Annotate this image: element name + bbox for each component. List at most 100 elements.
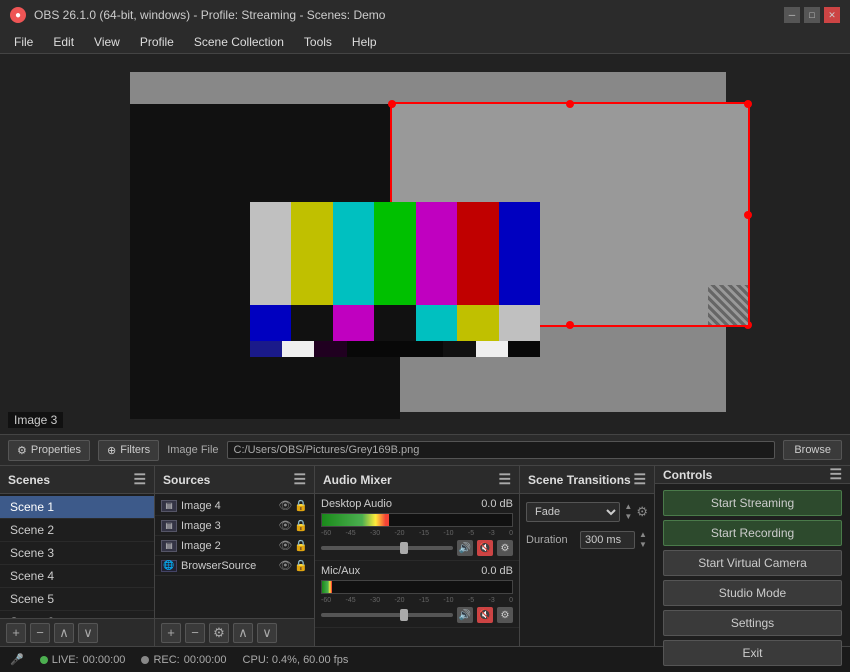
source-item-browser[interactable]: 🌐 BrowserSource 👁 🔒 <box>155 556 314 576</box>
mic-mute-red[interactable]: 🔇 <box>477 607 493 623</box>
scene-up-button[interactable]: ∧ <box>54 623 74 643</box>
desktop-mute-button[interactable]: 🔊 <box>457 540 473 556</box>
start-streaming-button[interactable]: Start Streaming <box>663 490 842 516</box>
duration-down-arrow[interactable]: ▼ <box>639 540 647 550</box>
bar-bot-1 <box>250 305 291 341</box>
add-scene-button[interactable]: + <box>6 623 26 643</box>
meter-labels: -60-45-30-20-15-10-5-30 <box>321 530 513 537</box>
duration-up-arrow[interactable]: ▲ <box>639 530 647 540</box>
transition-type-select[interactable]: Fade Cut Swipe Slide Stinger Luma Wipe <box>526 502 620 522</box>
menu-scene-collection[interactable]: Scene Collection <box>184 33 294 51</box>
desktop-fader-thumb[interactable] <box>400 542 408 554</box>
audio-panel-header: Audio Mixer ☰ <box>315 466 519 494</box>
rec-time: 00:00:00 <box>184 654 227 666</box>
source-item-image3[interactable]: ▤ Image 3 👁 🔒 <box>155 516 314 536</box>
color-bars-extra <box>250 341 540 357</box>
duration-input[interactable] <box>580 531 635 549</box>
scene-item-6[interactable]: Scene 6 <box>0 611 154 618</box>
bar-cyan <box>333 202 374 305</box>
mic-fader-thumb[interactable] <box>400 609 408 621</box>
resize-handle-tm[interactable] <box>566 100 574 108</box>
source-eye-image3[interactable]: 👁 <box>278 519 292 532</box>
menu-help[interactable]: Help <box>342 33 387 51</box>
controls-menu-icon[interactable]: ☰ <box>829 466 842 483</box>
menu-bar: File Edit View Profile Scene Collection … <box>0 30 850 54</box>
transitions-panel-header: Scene Transitions ☰ <box>520 466 654 494</box>
minimize-button[interactable]: ─ <box>784 7 800 23</box>
sources-list: ▤ Image 4 👁 🔒 ▤ Image 3 👁 🔒 ▤ Image 2 <box>155 494 314 618</box>
audio-menu-icon[interactable]: ☰ <box>498 471 511 488</box>
sources-title: Sources <box>163 473 210 487</box>
transition-up-arrow[interactable]: ▲ <box>624 502 632 512</box>
source-settings-button[interactable]: ⚙ <box>209 623 229 643</box>
filters-button[interactable]: ⊕ Filters <box>98 440 159 461</box>
start-recording-button[interactable]: Start Recording <box>663 520 842 546</box>
rec-label: REC: <box>153 654 179 666</box>
source-lock-image4[interactable]: 🔒 <box>294 499 308 512</box>
close-button[interactable]: ✕ <box>824 7 840 23</box>
source-eye-browser[interactable]: 👁 <box>278 559 292 572</box>
filter-icon: ⊕ <box>107 444 116 457</box>
resize-handle-mr[interactable] <box>744 211 752 219</box>
desktop-audio-fader[interactable] <box>321 546 453 550</box>
scene-item-2[interactable]: Scene 2 <box>0 519 154 542</box>
menu-tools[interactable]: Tools <box>294 33 342 51</box>
source-item-image4[interactable]: ▤ Image 4 👁 🔒 <box>155 496 314 516</box>
transitions-menu-icon[interactable]: ☰ <box>633 471 646 488</box>
scene-item-3[interactable]: Scene 3 <box>0 542 154 565</box>
transition-gear-icon[interactable]: ⚙ <box>636 504 648 520</box>
mic-audio-fader[interactable] <box>321 613 453 617</box>
start-virtual-camera-button[interactable]: Start Virtual Camera <box>663 550 842 576</box>
menu-profile[interactable]: Profile <box>130 33 184 51</box>
source-up-button[interactable]: ∧ <box>233 623 253 643</box>
mic-mute-button[interactable]: 🔊 <box>457 607 473 623</box>
transition-down-arrow[interactable]: ▼ <box>624 512 632 522</box>
maximize-button[interactable]: □ <box>804 7 820 23</box>
source-lock-image3[interactable]: 🔒 <box>294 519 308 532</box>
remove-source-button[interactable]: − <box>185 623 205 643</box>
settings-button[interactable]: Settings <box>663 610 842 636</box>
bar-bot-4 <box>374 305 415 341</box>
resize-handle-tl[interactable] <box>388 100 396 108</box>
properties-button[interactable]: ⚙ Properties <box>8 440 90 461</box>
scene-item-5[interactable]: Scene 5 <box>0 588 154 611</box>
menu-view[interactable]: View <box>84 33 130 51</box>
scene-item-4[interactable]: Scene 4 <box>0 565 154 588</box>
menu-edit[interactable]: Edit <box>43 33 84 51</box>
window-controls[interactable]: ─ □ ✕ <box>784 7 840 23</box>
transitions-title: Scene Transitions <box>528 473 631 487</box>
desktop-audio-settings[interactable]: ⚙ <box>497 540 513 556</box>
exit-button[interactable]: Exit <box>663 640 842 666</box>
scenes-menu-icon[interactable]: ☰ <box>133 471 146 488</box>
sources-panel-header: Sources ☰ <box>155 466 314 494</box>
controls-panel-header: Controls ☰ <box>655 466 850 484</box>
resize-handle-br[interactable] <box>744 321 752 329</box>
source-down-button[interactable]: ∨ <box>257 623 277 643</box>
resize-handle-bm[interactable] <box>566 321 574 329</box>
scene-down-button[interactable]: ∨ <box>78 623 98 643</box>
mic-audio-settings[interactable]: ⚙ <box>497 607 513 623</box>
studio-mode-button[interactable]: Studio Mode <box>663 580 842 606</box>
source-name-image3: Image 3 <box>181 520 274 532</box>
audio-title: Audio Mixer <box>323 473 392 487</box>
audio-channel-desktop: Desktop Audio 0.0 dB -60-45-30-20-15-10-… <box>315 494 519 561</box>
source-eye-image2[interactable]: 👁 <box>278 539 292 552</box>
desktop-mute-red[interactable]: 🔇 <box>477 540 493 556</box>
sources-menu-icon[interactable]: ☰ <box>293 471 306 488</box>
resize-handle-tr[interactable] <box>744 100 752 108</box>
source-item-image2[interactable]: ▤ Image 2 👁 🔒 <box>155 536 314 556</box>
browse-button[interactable]: Browse <box>783 440 842 460</box>
source-lock-image2[interactable]: 🔒 <box>294 539 308 552</box>
menu-file[interactable]: File <box>4 33 43 51</box>
add-source-button[interactable]: + <box>161 623 181 643</box>
live-time: 00:00:00 <box>83 654 126 666</box>
source-eye-image4[interactable]: 👁 <box>278 499 292 512</box>
remove-scene-button[interactable]: − <box>30 623 50 643</box>
source-lock-browser[interactable]: 🔒 <box>294 559 308 572</box>
controls-content: Start Streaming Start Recording Start Vi… <box>655 484 850 672</box>
source-controls-image3: 👁 🔒 <box>278 519 308 532</box>
properties-label: Properties <box>31 444 81 456</box>
image-file-label: Image File <box>167 444 218 456</box>
scene-item-1[interactable]: Scene 1 <box>0 496 154 519</box>
gear-icon: ⚙ <box>17 444 27 457</box>
